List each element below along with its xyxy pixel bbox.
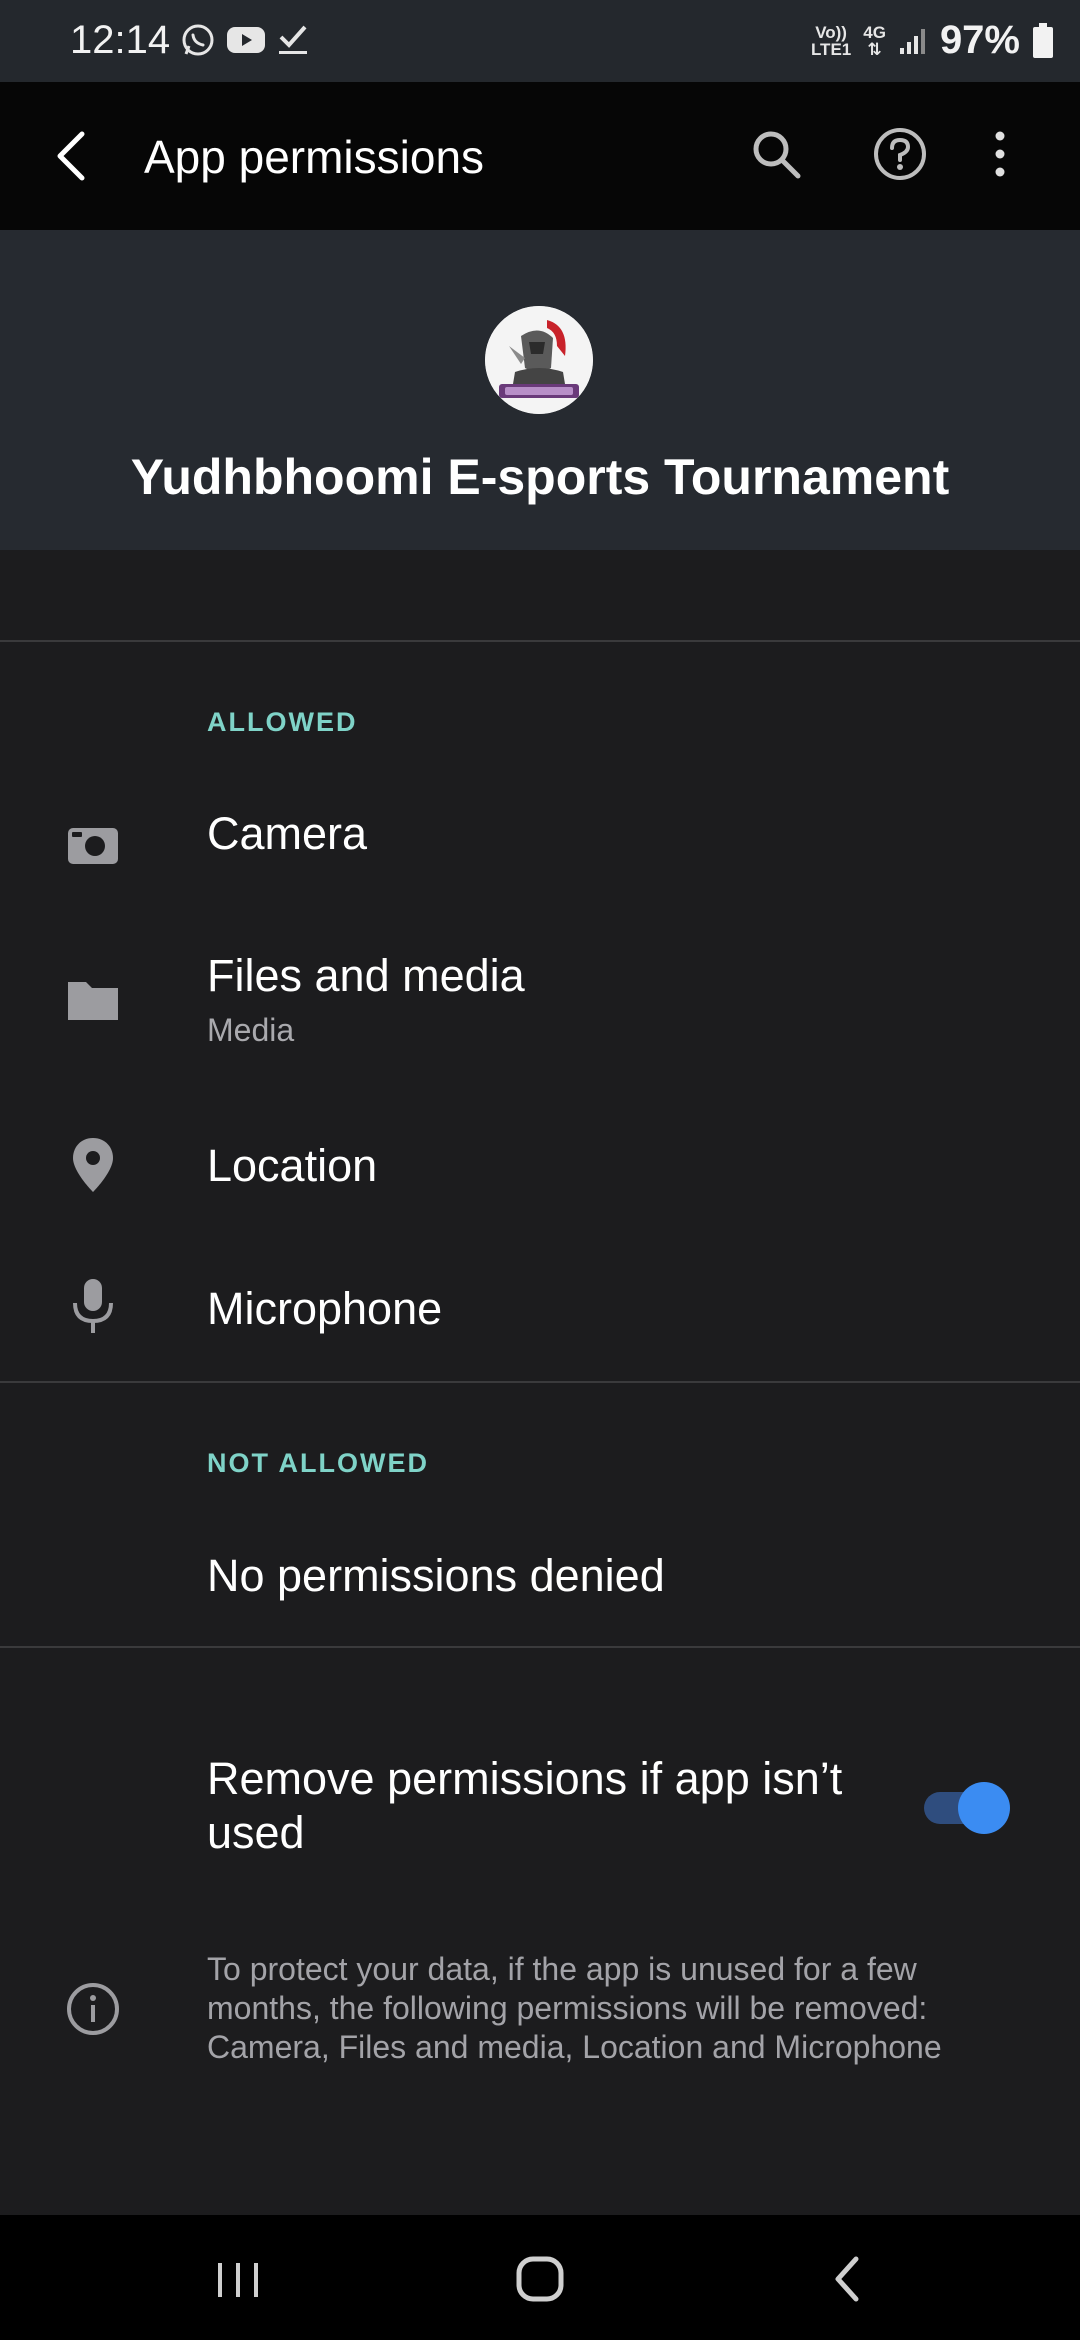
battery-icon	[1033, 22, 1053, 58]
app-logo	[485, 306, 593, 414]
search-icon[interactable]	[748, 126, 804, 182]
location-pin-icon	[73, 1138, 113, 1192]
microphone-icon	[73, 1279, 113, 1333]
remove-permissions-label: Remove permissions if app isn’t used	[207, 1753, 843, 1858]
volte-label: Vo))	[815, 22, 847, 42]
permission-title: Microphone	[207, 1283, 443, 1334]
notification-icons	[180, 22, 310, 58]
permission-title: Location	[207, 1140, 378, 1191]
app-bar: App permissions	[0, 82, 1080, 230]
permission-camera[interactable]: Camera	[0, 790, 1080, 930]
battery-percent: 97%	[939, 18, 1020, 62]
app-header: Yudhbhoomi E-sports Tournament	[0, 230, 1080, 550]
signal-icon	[899, 28, 925, 54]
divider	[0, 1381, 1080, 1383]
status-time: 12:14	[70, 18, 171, 62]
status-bar: 12:14 Vo)) LTE1 4G ⇅ 97%	[0, 0, 1080, 82]
home-icon[interactable]	[510, 2249, 570, 2309]
no-permissions-denied-text: No permissions denied	[207, 1550, 665, 1601]
checkmark-icon	[279, 25, 307, 54]
youtube-icon	[227, 27, 265, 53]
permission-files-and-media[interactable]: Files and media Media	[0, 930, 1080, 1100]
whatsapp-icon	[182, 24, 214, 56]
system-nav-bar	[0, 2215, 1080, 2340]
toggle-thumb	[958, 1782, 1010, 1834]
more-vert-icon[interactable]	[972, 126, 1028, 182]
info-icon	[67, 1983, 119, 2035]
volte-indicator: Vo)) LTE1	[811, 24, 851, 58]
page-title: App permissions	[144, 131, 485, 183]
help-icon[interactable]	[872, 126, 928, 182]
permission-location[interactable]: Location	[0, 1100, 1080, 1235]
back-arrow-icon[interactable]	[44, 124, 104, 188]
not-allowed-section-label: NOT ALLOWED	[207, 1448, 429, 1478]
permission-title: Files and media	[207, 950, 525, 1001]
network-type-indicator: 4G ⇅	[863, 24, 886, 58]
permission-subtitle: Media	[207, 1012, 295, 1048]
remove-permissions-toggle[interactable]	[924, 1782, 1010, 1834]
data-arrows-icon: ⇅	[867, 39, 882, 59]
folder-icon	[68, 982, 118, 1020]
lte-label: LTE1	[810, 39, 852, 59]
recent-apps-icon[interactable]	[208, 2249, 268, 2309]
camera-icon	[68, 828, 118, 864]
nav-back-icon[interactable]	[818, 2249, 878, 2309]
warrior-logo-icon	[485, 306, 593, 414]
divider	[0, 640, 1080, 642]
auto-revoke-info-text: To protect your data, if the app is unus…	[207, 1951, 942, 2065]
status-right-group: Vo)) LTE1 4G ⇅ 97%	[811, 18, 1054, 63]
network-type-label: 4G	[863, 22, 886, 42]
divider	[0, 1646, 1080, 1648]
permission-title: Camera	[207, 808, 368, 859]
allowed-section-label: ALLOWED	[207, 707, 358, 737]
app-name: Yudhbhoomi E-sports Tournament	[130, 449, 950, 505]
permission-microphone[interactable]: Microphone	[0, 1235, 1080, 1380]
